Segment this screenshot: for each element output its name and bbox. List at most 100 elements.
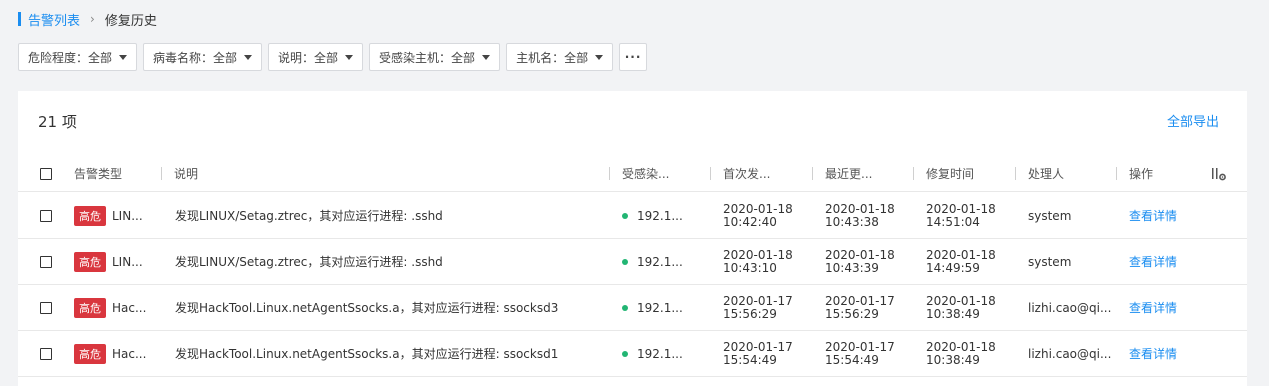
last-updated-cell: 2020-01-18 10:43:39 [825,239,915,284]
alert-type: LIN... [112,254,143,269]
row-checkbox-cell [40,193,52,238]
last-updated-time: 15:54:49 [825,352,879,367]
column-header-description[interactable]: 说明 [161,156,601,191]
repair-time: 10:38:49 [926,352,980,367]
filter-infected-host[interactable]: 受感染主机：全部 [369,43,501,71]
filter-virus-name[interactable]: 病毒名称：全部 [143,43,263,71]
breadcrumb: 告警列表 › 修复历史 [18,9,157,29]
alert-type-cell: 高危 LIN... [74,239,164,284]
column-header-label: 说明 [174,167,199,181]
alert-type: Hac... [112,346,147,361]
handler-cell: system [1028,208,1072,223]
last-updated-time: 10:43:38 [825,214,879,229]
first-seen-cell: 2020-01-17 15:54:49 [723,331,813,376]
repair-time-cell: 2020-01-18 14:49:59 [926,239,1016,284]
repair-time-cell: 2020-01-18 10:38:49 [926,285,1016,330]
row-checkbox[interactable] [40,209,52,222]
column-header-label: 处理人 [1028,167,1065,181]
column-header-label: 首次发... [723,167,771,181]
filter-label: 危险程度：全部 [28,50,113,65]
repair-date: 2020-01-18 [926,339,996,354]
risk-badge: 高危 [74,205,106,226]
export-all-button[interactable]: 全部导出 [1167,111,1219,130]
row-checkbox-cell [40,285,52,330]
host-cell: 192.1... [622,239,710,284]
column-header-first-seen[interactable]: 首次发... [710,156,810,191]
last-updated-date: 2020-01-17 [825,293,895,308]
filter-label: 说明：全部 [278,50,339,65]
view-details-link[interactable]: 查看详情 [1129,239,1199,284]
first-seen-cell: 2020-01-17 15:56:29 [723,285,813,330]
caret-down-icon [482,54,491,60]
caret-down-icon [244,54,253,60]
online-status-icon [622,304,628,311]
filter-label: 受感染主机：全部 [379,50,476,65]
caret-down-icon [595,54,604,60]
first-seen-date: 2020-01-18 [723,201,793,216]
table-row: 高危 LIN... 发现LINUX/Setag.ztrec，其对应运行进程: .s… [18,193,1247,239]
select-all-checkbox[interactable] [40,167,52,180]
host-ip: 192.1... [637,300,683,315]
host-cell: 192.1... [622,193,710,238]
repair-time-cell: 2020-01-18 14:51:04 [926,193,1016,238]
repair-date: 2020-01-18 [926,293,996,308]
handler-cell: lizhi.cao@qi... [1028,346,1112,361]
repair-time-cell: 2020-01-18 10:38:49 [926,331,1016,376]
column-header-label: 告警类型 [74,167,123,181]
first-seen-time: 15:54:49 [723,352,777,367]
select-all-checkbox-cell [40,156,52,191]
online-status-icon [622,258,628,265]
row-checkbox[interactable] [40,255,52,268]
column-header-last-updated[interactable]: 最近更... [812,156,912,191]
column-divider [812,167,813,180]
column-settings-icon[interactable] [1211,166,1227,182]
column-header-label: 最近更... [825,167,873,181]
row-checkbox[interactable] [40,301,52,314]
table-header: 告警类型 说明 受感染... 首次发... 最近更... 修复时间 处理人 操作 [18,156,1247,192]
filter-bar: 危险程度：全部 病毒名称：全部 说明：全部 受感染主机：全部 主机名：全部 ··… [18,43,653,71]
filter-hostname[interactable]: 主机名：全部 [506,43,614,71]
view-details-link[interactable]: 查看详情 [1129,193,1199,238]
first-seen-time: 10:43:10 [723,260,777,275]
breadcrumb-parent-link[interactable]: 告警列表 [28,10,80,29]
description-cell: 发现HackTool.Linux.netAgentSsocks.a，其对应运行进… [175,347,559,361]
last-updated-time: 15:56:29 [825,306,879,321]
column-header-infected-host[interactable]: 受感染... [609,156,709,191]
alert-type-cell: 高危 Hac... [74,285,164,330]
filter-risk-level[interactable]: 危险程度：全部 [18,43,138,71]
column-header-handler[interactable]: 处理人 [1015,156,1115,191]
view-details-link[interactable]: 查看详情 [1129,331,1199,376]
table-row: 高危 Hac... 发现HackTool.Linux.netAgentSsocks… [18,331,1247,377]
handler-cell: system [1028,254,1072,269]
alert-type-cell: 高危 Hac... [74,331,164,376]
column-divider [609,167,610,180]
first-seen-date: 2020-01-17 [723,339,793,354]
description-cell: 发现LINUX/Setag.ztrec，其对应运行进程: .sshd [175,255,443,269]
last-updated-date: 2020-01-18 [825,247,895,262]
caret-down-icon [345,54,354,60]
last-updated-cell: 2020-01-17 15:54:49 [825,331,915,376]
alert-type-cell: 高危 LIN... [74,193,164,238]
column-divider [1015,167,1016,180]
online-status-icon [622,212,628,219]
first-seen-date: 2020-01-18 [723,247,793,262]
repair-time: 14:49:59 [926,260,980,275]
column-header-repair-time[interactable]: 修复时间 [913,156,1013,191]
risk-badge: 高危 [74,343,106,364]
column-header-alert-type[interactable]: 告警类型 [74,156,164,191]
row-checkbox[interactable] [40,347,52,360]
column-header-label: 修复时间 [926,167,975,181]
column-header-label: 操作 [1129,167,1154,181]
risk-badge: 高危 [74,251,106,272]
breadcrumb-accent-bar [18,12,21,26]
handler-cell: lizhi.cao@qi... [1028,300,1112,315]
alert-type: Hac... [112,300,147,315]
host-cell: 192.1... [622,331,710,376]
filter-description[interactable]: 说明：全部 [268,43,364,71]
description-cell: 发现HackTool.Linux.netAgentSsocks.a，其对应运行进… [175,301,559,315]
more-filters-button[interactable]: ··· [619,43,648,71]
breadcrumb-current: 修复历史 [104,13,157,29]
results-panel: 21 项 全部导出 告警类型 说明 受感染... 首次发... 最近更... 修… [18,91,1247,386]
view-details-link[interactable]: 查看详情 [1129,285,1199,330]
caret-down-icon [119,54,128,60]
